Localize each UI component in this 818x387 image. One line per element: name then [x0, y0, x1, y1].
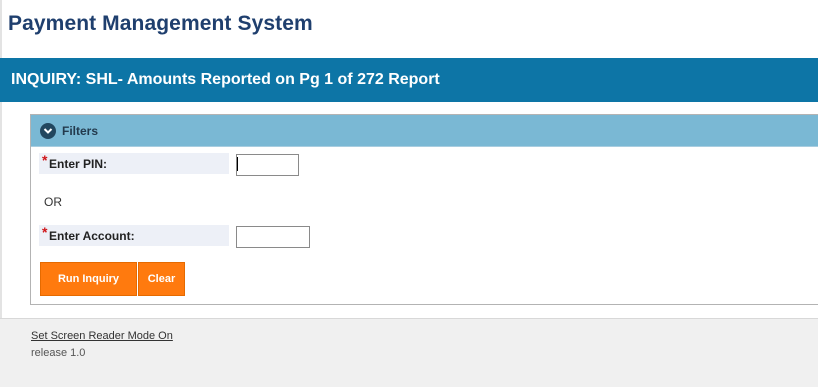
page-header: INQUIRY: SHL- Amounts Reported on Pg 1 o… — [0, 58, 818, 102]
filters-panel-header[interactable]: Filters — [31, 115, 818, 147]
left-border — [0, 0, 2, 318]
page-title: INQUIRY: SHL- Amounts Reported on Pg 1 o… — [11, 71, 440, 88]
account-input[interactable] — [236, 226, 310, 248]
account-label: * Enter Account: — [39, 224, 229, 246]
or-separator: OR — [44, 195, 62, 209]
pin-label: * Enter PIN: — [39, 152, 229, 174]
pin-input[interactable] — [236, 154, 299, 176]
required-marker: * — [42, 152, 48, 168]
app-title: Payment Management System — [8, 12, 313, 35]
filters-panel: Filters * Enter PIN: OR * Enter Account:… — [30, 114, 818, 305]
release-version: release 1.0 — [31, 347, 86, 359]
pin-label-text: Enter PIN: — [49, 156, 108, 171]
clear-button[interactable]: Clear — [138, 262, 185, 296]
chevron-down-icon[interactable] — [40, 122, 56, 139]
footer: Set Screen Reader Mode On release 1.0 — [0, 318, 818, 387]
text-caret — [237, 157, 238, 171]
screen-reader-mode-link[interactable]: Set Screen Reader Mode On — [31, 330, 173, 342]
account-label-text: Enter Account: — [49, 228, 135, 243]
filters-title: Filters — [62, 123, 99, 138]
run-inquiry-button[interactable]: Run Inquiry — [40, 262, 137, 296]
required-marker: * — [42, 224, 48, 240]
